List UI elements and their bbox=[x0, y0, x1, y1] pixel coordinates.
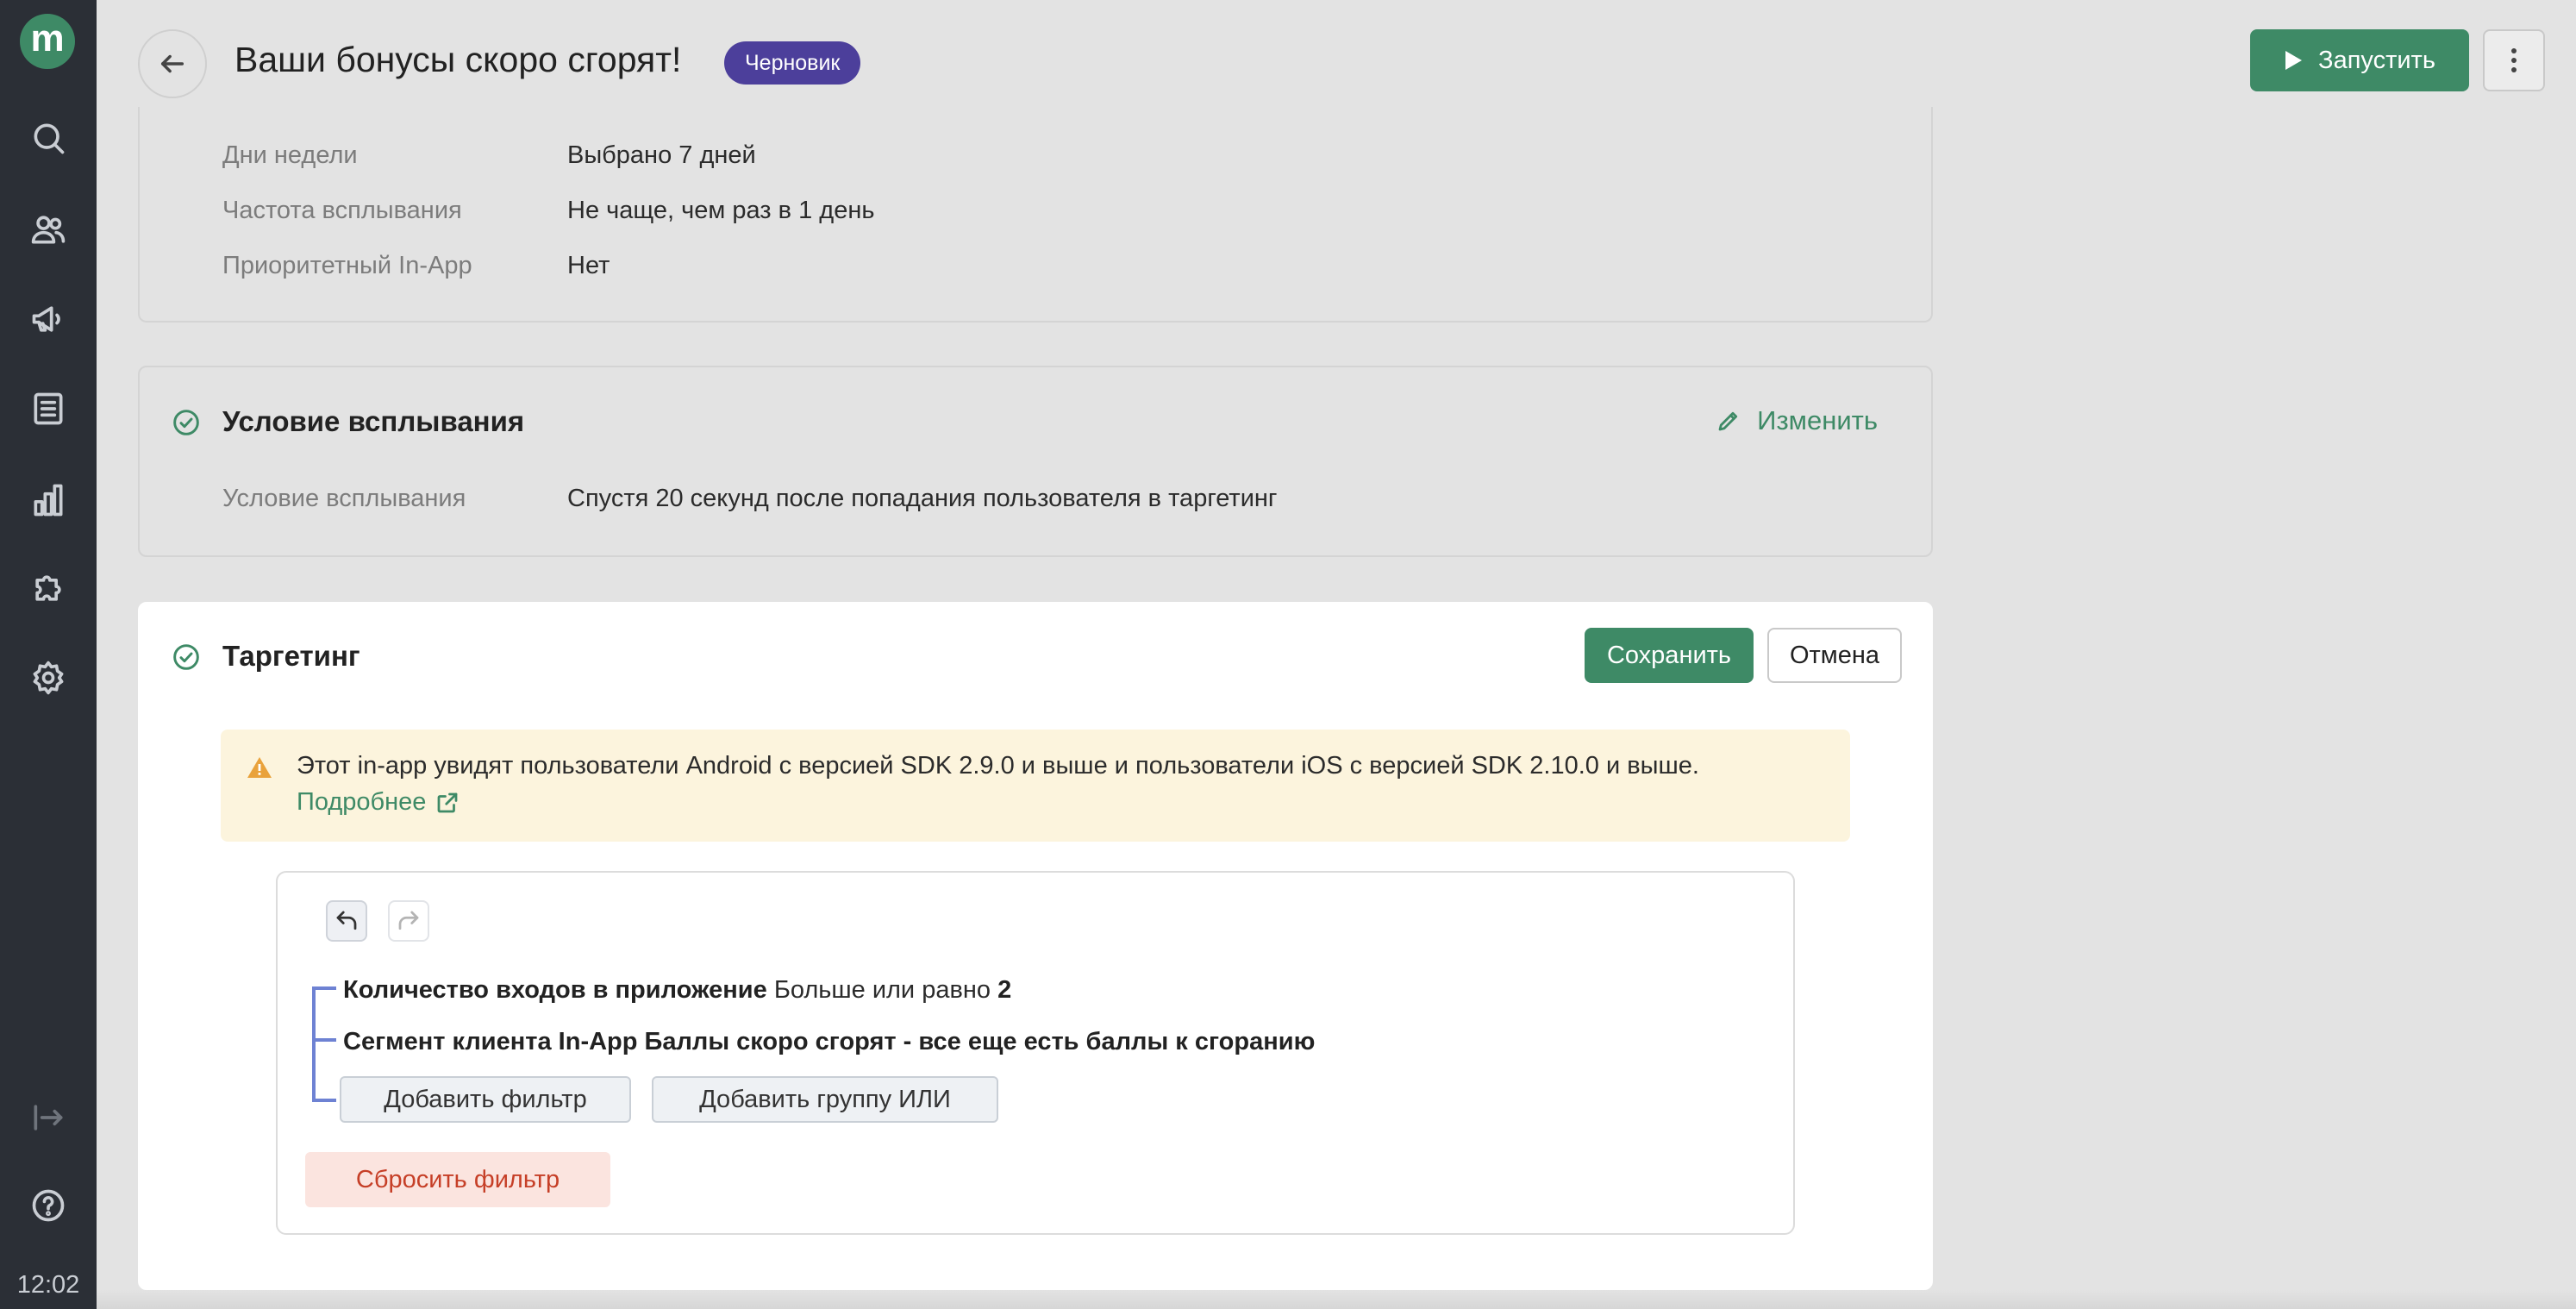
search-icon[interactable] bbox=[28, 117, 69, 159]
check-circle-icon bbox=[172, 643, 200, 671]
more-info-link[interactable]: Подробнее bbox=[297, 788, 460, 817]
run-button-label: Запустить bbox=[2318, 46, 2435, 74]
page-title: Ваши бонусы скоро сгорят! bbox=[234, 40, 682, 79]
tree-tick bbox=[312, 1038, 336, 1042]
filter-operator: Больше или равно bbox=[773, 976, 991, 1004]
list-icon[interactable] bbox=[28, 388, 69, 429]
filter-value: In-App Баллы скоро сгорят - все еще есть… bbox=[558, 1028, 1316, 1055]
filter-condition[interactable]: Сегмент клиента In-App Баллы скоро сгоря… bbox=[343, 1028, 1315, 1056]
more-options-button[interactable] bbox=[2483, 29, 2545, 91]
edit-label: Изменить bbox=[1757, 405, 1878, 435]
filter-name: Количество входов в приложение bbox=[343, 976, 767, 1004]
kebab-icon bbox=[2511, 48, 2517, 72]
chart-icon[interactable] bbox=[28, 479, 69, 521]
frequency-label: Частота всплывания bbox=[222, 197, 462, 224]
tree-tick bbox=[312, 1099, 336, 1102]
gear-icon[interactable] bbox=[28, 657, 69, 698]
run-button[interactable]: Запустить bbox=[2250, 29, 2469, 91]
check-circle-icon bbox=[172, 409, 200, 436]
filter-value: 2 bbox=[997, 976, 1012, 1004]
clock: 12:02 bbox=[16, 1271, 80, 1299]
users-icon[interactable] bbox=[28, 209, 69, 250]
priority-label: Приоритетный In-App bbox=[222, 252, 472, 279]
schedule-card: Дни недели Выбрано 7 дней Частота всплыв… bbox=[138, 107, 1933, 323]
play-icon bbox=[2285, 51, 2303, 70]
priority-value: Нет bbox=[567, 252, 610, 279]
trigger-card: Условие всплывания Изменить Условие вспл… bbox=[138, 366, 1933, 557]
logo-letter: m bbox=[30, 17, 65, 60]
back-button[interactable] bbox=[138, 29, 207, 98]
arrow-left-icon bbox=[160, 54, 184, 73]
save-button[interactable]: Сохранить bbox=[1585, 628, 1754, 683]
filter-builder: Количество входов в приложение Больше ил… bbox=[276, 871, 1795, 1235]
undo-icon bbox=[336, 911, 357, 930]
logout-icon[interactable] bbox=[28, 1097, 69, 1138]
weekdays-value: Выбрано 7 дней bbox=[567, 141, 756, 169]
status-badge: Черновик bbox=[724, 41, 861, 85]
help-icon[interactable] bbox=[28, 1185, 69, 1226]
add-or-group-button[interactable]: Добавить группу ИЛИ bbox=[652, 1076, 998, 1123]
tree-tick bbox=[312, 986, 336, 990]
frequency-value: Не чаще, чем раз в 1 день bbox=[567, 197, 875, 224]
external-link-icon bbox=[438, 792, 458, 812]
filter-name: Сегмент клиента bbox=[343, 1028, 552, 1055]
cancel-button[interactable]: Отмена bbox=[1767, 628, 1902, 683]
bottom-edge bbox=[97, 1290, 2576, 1309]
undo-button[interactable] bbox=[326, 900, 367, 942]
warning-text: Этот in-app увидят пользователи Android … bbox=[297, 752, 1699, 780]
and-group-connector bbox=[312, 986, 316, 1102]
trigger-row-value: Спустя 20 секунд после попадания пользов… bbox=[567, 485, 1278, 512]
warning-icon bbox=[247, 755, 272, 780]
trigger-title: Условие всплывания bbox=[222, 405, 525, 437]
reset-filter-button[interactable]: Сбросить фильтр bbox=[305, 1152, 610, 1207]
puzzle-icon[interactable] bbox=[28, 567, 69, 609]
more-info-label: Подробнее bbox=[297, 788, 427, 816]
add-filter-button[interactable]: Добавить фильтр bbox=[340, 1076, 631, 1123]
filter-condition[interactable]: Количество входов в приложение Больше ил… bbox=[343, 976, 1011, 1005]
targeting-card: Таргетинг Сохранить Отмена Этот in-app у… bbox=[138, 602, 1933, 1290]
sidebar: m 12:02 bbox=[0, 0, 97, 1309]
megaphone-icon[interactable] bbox=[28, 298, 69, 340]
weekdays-label: Дни недели bbox=[222, 141, 358, 169]
redo-icon bbox=[398, 911, 419, 930]
sdk-warning: Этот in-app увидят пользователи Android … bbox=[221, 730, 1850, 842]
edit-trigger-button[interactable]: Изменить bbox=[1716, 405, 1878, 436]
pencil-icon bbox=[1718, 411, 1738, 431]
targeting-title: Таргетинг bbox=[222, 640, 360, 672]
trigger-row-label: Условие всплывания bbox=[222, 485, 466, 512]
redo-button[interactable] bbox=[388, 900, 429, 942]
logo[interactable]: m bbox=[20, 14, 75, 69]
